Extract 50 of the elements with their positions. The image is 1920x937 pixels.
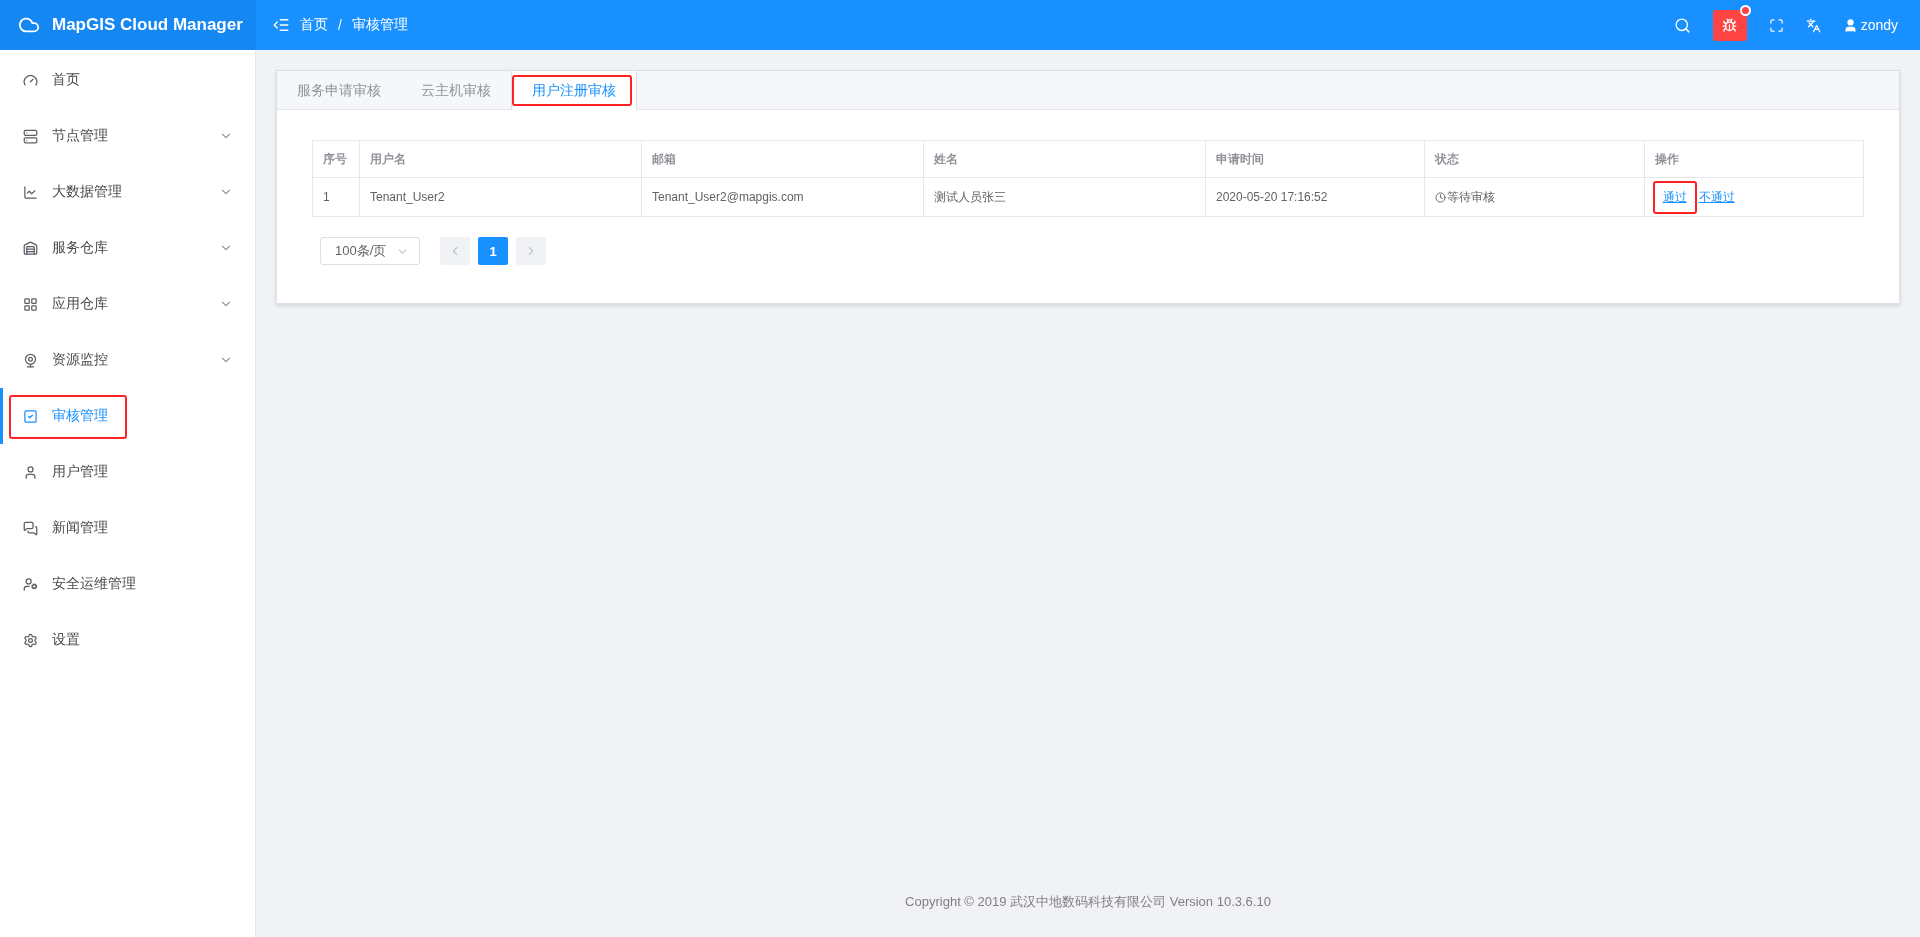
language-icon[interactable] [1805, 17, 1821, 33]
gauge-icon [23, 72, 38, 88]
user-gear-icon [23, 576, 38, 592]
app-title: MapGIS Cloud Manager [52, 15, 243, 35]
sidebar-item[interactable]: 审核管理 [0, 388, 255, 444]
menu-toggle-icon[interactable] [272, 16, 290, 34]
table-cell: Tenant_User2 [359, 177, 642, 217]
building-icon [23, 240, 38, 256]
sidebar-item[interactable]: 新闻管理 [0, 500, 255, 556]
column-header: 操作 [1644, 140, 1864, 178]
sidebar-item[interactable]: 设置 [0, 612, 255, 668]
server-icon [23, 128, 38, 144]
action-link[interactable]: 通过 [1652, 180, 1697, 214]
bug-icon [1722, 17, 1738, 33]
copyright-text: Copyright © 2019 武汉中地数码科技有限公司 Version 10.3.6.10 [904, 893, 1272, 911]
chat-icon [23, 520, 38, 536]
sidebar-item[interactable]: 大数据管理 [0, 164, 255, 220]
column-header: 序号 [312, 140, 360, 178]
grid-icon [23, 296, 38, 312]
table-cell: 2020-05-20 17:16:52 [1205, 177, 1425, 217]
sidebar-item[interactable]: 节点管理 [0, 108, 255, 164]
tab[interactable]: 用户注册审核 [511, 71, 637, 110]
page-size-select[interactable]: 100条/页 [320, 237, 420, 265]
column-header: 姓名 [923, 140, 1206, 178]
action-link[interactable]: 不通过 [1696, 180, 1737, 214]
user-icon [1842, 17, 1858, 33]
sidebar-item[interactable]: 资源监控 [0, 332, 255, 388]
column-header: 用户名 [359, 140, 642, 178]
table-cell: 1 [312, 177, 360, 217]
notification-dot [1739, 4, 1751, 16]
webcam-icon [23, 352, 38, 368]
checkbox-icon [23, 408, 38, 424]
chart-icon [23, 184, 38, 200]
sidebar-item[interactable]: 用户管理 [0, 444, 255, 500]
status-text: 等待审核 [1435, 188, 1496, 206]
column-header: 申请时间 [1205, 140, 1425, 178]
sidebar-item[interactable]: 安全运维管理 [0, 556, 255, 612]
fullscreen-icon[interactable] [1768, 17, 1784, 33]
user-icon [23, 464, 38, 480]
column-header: 状态 [1424, 140, 1645, 178]
breadcrumb-separator: / [338, 17, 342, 33]
table-cell: 测试人员张三 [923, 177, 1206, 217]
settings-icon [23, 632, 38, 648]
table-cell: Tenant_User2@mapgis.com [641, 177, 924, 217]
column-header: 邮箱 [641, 140, 924, 178]
search-icon[interactable] [1673, 16, 1691, 34]
sidebar-item[interactable]: 首页 [0, 52, 255, 108]
clock-icon [1435, 191, 1447, 203]
sidebar-item[interactable]: 应用仓库 [0, 276, 255, 332]
sidebar-item[interactable]: 服务仓库 [0, 220, 255, 276]
